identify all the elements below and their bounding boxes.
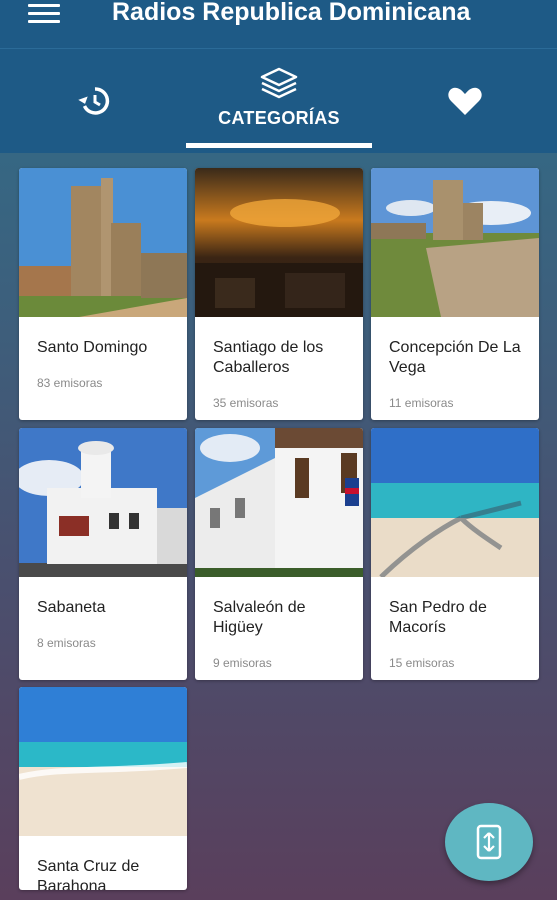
category-name: Sabaneta	[37, 599, 106, 616]
heart-icon	[448, 87, 482, 115]
category-card[interactable]: San Pedro de Macorís 15 emisoras	[371, 428, 539, 680]
tab-bar: CATEGORÍAS	[0, 48, 557, 153]
category-count: 9 emisoras	[213, 656, 272, 670]
sort-fab-button[interactable]	[445, 803, 533, 881]
category-image	[371, 428, 539, 577]
category-image	[19, 687, 187, 836]
category-card[interactable]: Santa Cruz de Barahona	[19, 687, 187, 890]
category-count: 15 emisoras	[389, 656, 455, 670]
category-card[interactable]: Salvaleón de Higüey 9 emisoras	[195, 428, 363, 680]
category-name: San Pedro de Macorís	[389, 599, 487, 636]
category-count: 83 emisoras	[37, 376, 103, 390]
tab-categories-label: CATEGORÍAS	[218, 108, 340, 128]
category-name: Santa Cruz de Barahona	[37, 858, 140, 890]
category-image	[371, 168, 539, 317]
tab-favorites[interactable]	[430, 49, 500, 153]
tab-history[interactable]	[60, 49, 130, 153]
history-icon	[78, 87, 110, 115]
tab-categories[interactable]: CATEGORÍAS	[186, 49, 372, 153]
category-name: Santiago de los Caballeros	[213, 339, 324, 376]
app-bar: Radios Republica Dominicana	[0, 0, 557, 48]
swap-vertical-icon	[476, 824, 502, 860]
category-card[interactable]: Santiago de los Caballeros 35 emisoras	[195, 168, 363, 420]
category-count: 35 emisoras	[213, 396, 279, 410]
category-count: 8 emisoras	[37, 636, 96, 650]
menu-icon[interactable]	[28, 4, 60, 26]
category-image	[195, 168, 363, 317]
category-name: Concepción De La Vega	[389, 339, 521, 376]
category-count: 11 emisoras	[389, 396, 454, 410]
category-image	[195, 428, 363, 577]
category-card[interactable]: Santo Domingo 83 emisoras	[19, 168, 187, 420]
category-image	[19, 428, 187, 577]
category-name: Salvaleón de Higüey	[213, 599, 306, 636]
category-card[interactable]: Concepción De La Vega 11 emisoras	[371, 168, 539, 420]
category-image	[19, 168, 187, 317]
app-title: Radios Republica Dominicana	[112, 0, 471, 26]
category-card[interactable]: Sabaneta 8 emisoras	[19, 428, 187, 680]
category-name: Santo Domingo	[37, 339, 148, 356]
layers-icon	[260, 67, 298, 99]
tab-indicator	[186, 143, 372, 148]
